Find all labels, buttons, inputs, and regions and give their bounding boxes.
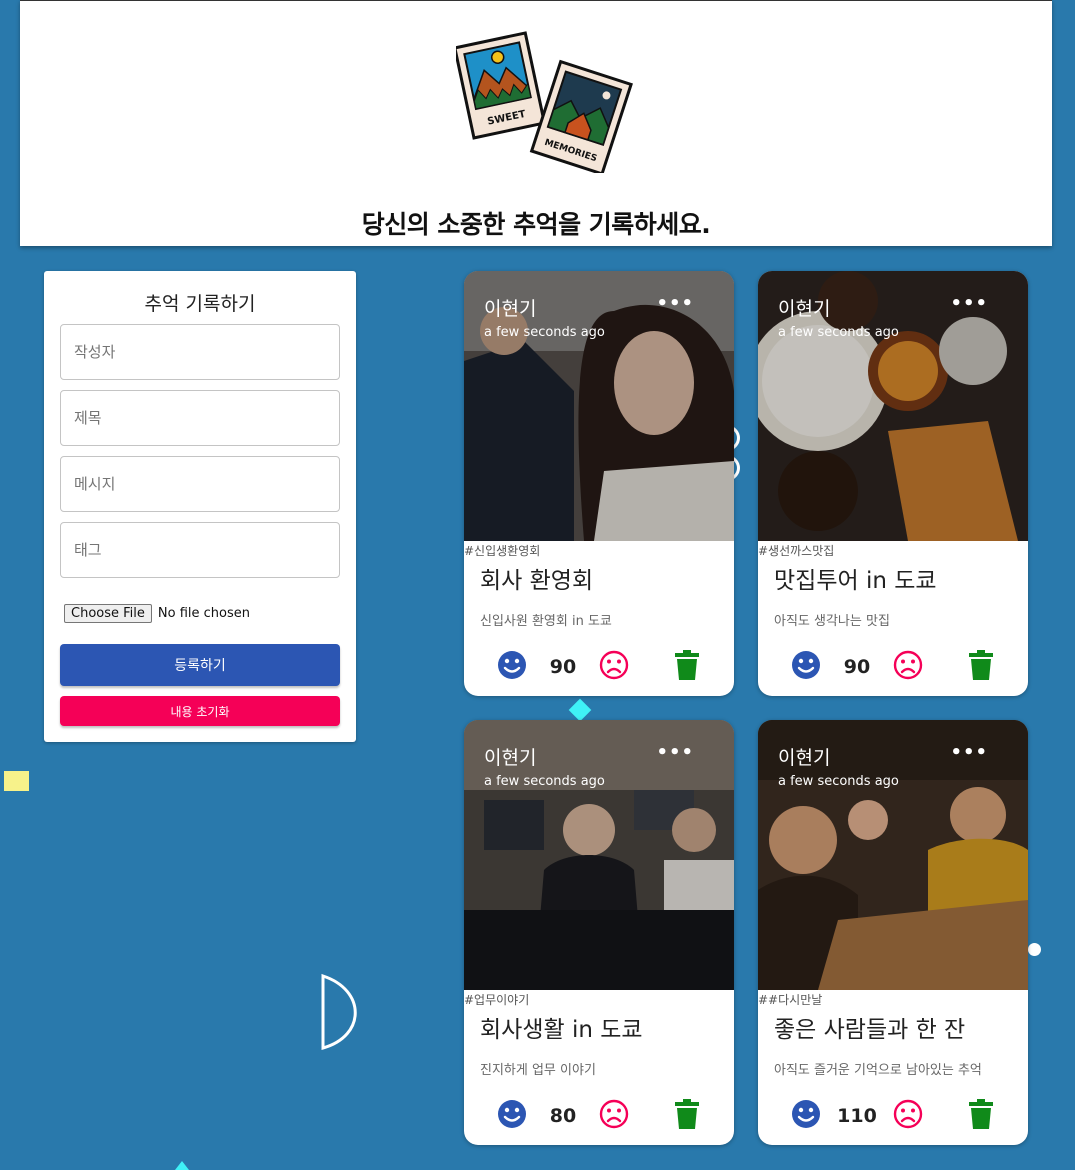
card-author: 이현기 <box>778 747 831 769</box>
app-header: SWEET MEMORIES 당신의 소중한 추억을 기록하세요. <box>20 0 1052 246</box>
card-tags: #신입생환영회 <box>464 544 541 558</box>
trash-icon[interactable] <box>674 1099 700 1129</box>
card-title: 회사생활 in 도쿄 <box>480 1017 643 1043</box>
frown-icon[interactable] <box>892 1098 924 1130</box>
smile-icon[interactable] <box>496 649 528 681</box>
card-message: 진지하게 업무 이야기 <box>480 1063 596 1078</box>
card-title: 회사 환영회 <box>480 568 594 594</box>
card-message: 아직도 즐거운 기억으로 남아있는 추억 <box>774 1063 982 1078</box>
like-count: 80 <box>549 1105 577 1127</box>
card-photo: 이현기 a few seconds ago ••• <box>464 271 734 541</box>
message-input[interactable] <box>60 456 340 512</box>
smile-icon[interactable] <box>790 1098 822 1130</box>
memory-card: 이현기 a few seconds ago ••• #업무이야기 회사생활 in… <box>464 720 734 1145</box>
card-timestamp: a few seconds ago <box>778 774 899 789</box>
card-photo: 이현기 a few seconds ago ••• <box>758 720 1028 990</box>
card-title: 좋은 사람들과 한 잔 <box>774 1017 966 1043</box>
background-decoration <box>568 698 592 722</box>
card-photo: 이현기 a few seconds ago ••• <box>464 720 734 990</box>
creator-input[interactable] <box>60 324 340 380</box>
tags-input[interactable] <box>60 522 340 578</box>
more-horizontal-icon[interactable]: ••• <box>656 742 694 763</box>
card-tags: #업무이야기 <box>464 993 530 1007</box>
smile-icon[interactable] <box>496 1098 528 1130</box>
card-author: 이현기 <box>484 747 537 769</box>
background-decoration <box>321 973 357 1050</box>
frown-icon[interactable] <box>892 649 924 681</box>
background-decoration <box>1028 943 1041 956</box>
frown-icon[interactable] <box>598 649 630 681</box>
like-count: 90 <box>843 656 871 678</box>
sweet-memories-logo: SWEET MEMORIES <box>456 31 633 173</box>
card-timestamp: a few seconds ago <box>484 774 605 789</box>
form-title: 추억 기록하기 <box>144 293 256 315</box>
card-photo: 이현기 a few seconds ago ••• <box>758 271 1028 541</box>
card-actions: 90 <box>464 649 734 685</box>
memory-card: 이현기 a few seconds ago ••• #신입생환영회 회사 환영회… <box>464 271 734 696</box>
like-count: 110 <box>837 1105 877 1127</box>
background-decoration <box>175 1161 189 1170</box>
card-message: 신입사원 환영회 in 도쿄 <box>480 614 612 629</box>
submit-button[interactable]: 등록하기 <box>60 644 340 686</box>
memory-card: 이현기 a few seconds ago ••• #생선까스맛집 맛집투어 i… <box>758 271 1028 696</box>
card-timestamp: a few seconds ago <box>778 325 899 340</box>
card-title: 맛집투어 in 도쿄 <box>774 568 937 594</box>
choose-file-button[interactable]: Choose File <box>64 604 152 623</box>
file-status: No file chosen <box>157 606 250 621</box>
card-actions: 90 <box>758 649 1028 685</box>
like-count: 90 <box>549 656 577 678</box>
title-input[interactable] <box>60 390 340 446</box>
card-message: 아직도 생각나는 맛집 <box>774 614 890 629</box>
smile-icon[interactable] <box>790 649 822 681</box>
card-timestamp: a few seconds ago <box>484 325 605 340</box>
page-title: 당신의 소중한 추억을 기록하세요. <box>361 210 711 239</box>
background-decoration <box>4 771 29 791</box>
frown-icon[interactable] <box>598 1098 630 1130</box>
card-actions: 110 <box>758 1098 1028 1134</box>
card-tags: ##다시만날 <box>758 993 823 1007</box>
more-horizontal-icon[interactable]: ••• <box>950 293 988 314</box>
memory-form: 추억 기록하기 Choose File No file chosen 등록하기 … <box>44 271 356 742</box>
card-actions: 80 <box>464 1098 734 1134</box>
card-tags: #생선까스맛집 <box>758 544 835 558</box>
memory-card: 이현기 a few seconds ago ••• ##다시만날 좋은 사람들과… <box>758 720 1028 1145</box>
more-horizontal-icon[interactable]: ••• <box>656 293 694 314</box>
trash-icon[interactable] <box>968 1099 994 1129</box>
clear-button[interactable]: 내용 초기화 <box>60 696 340 726</box>
trash-icon[interactable] <box>968 650 994 680</box>
card-author: 이현기 <box>484 298 537 320</box>
file-upload: Choose File No file chosen <box>64 604 250 623</box>
trash-icon[interactable] <box>674 650 700 680</box>
more-horizontal-icon[interactable]: ••• <box>950 742 988 763</box>
card-author: 이현기 <box>778 298 831 320</box>
